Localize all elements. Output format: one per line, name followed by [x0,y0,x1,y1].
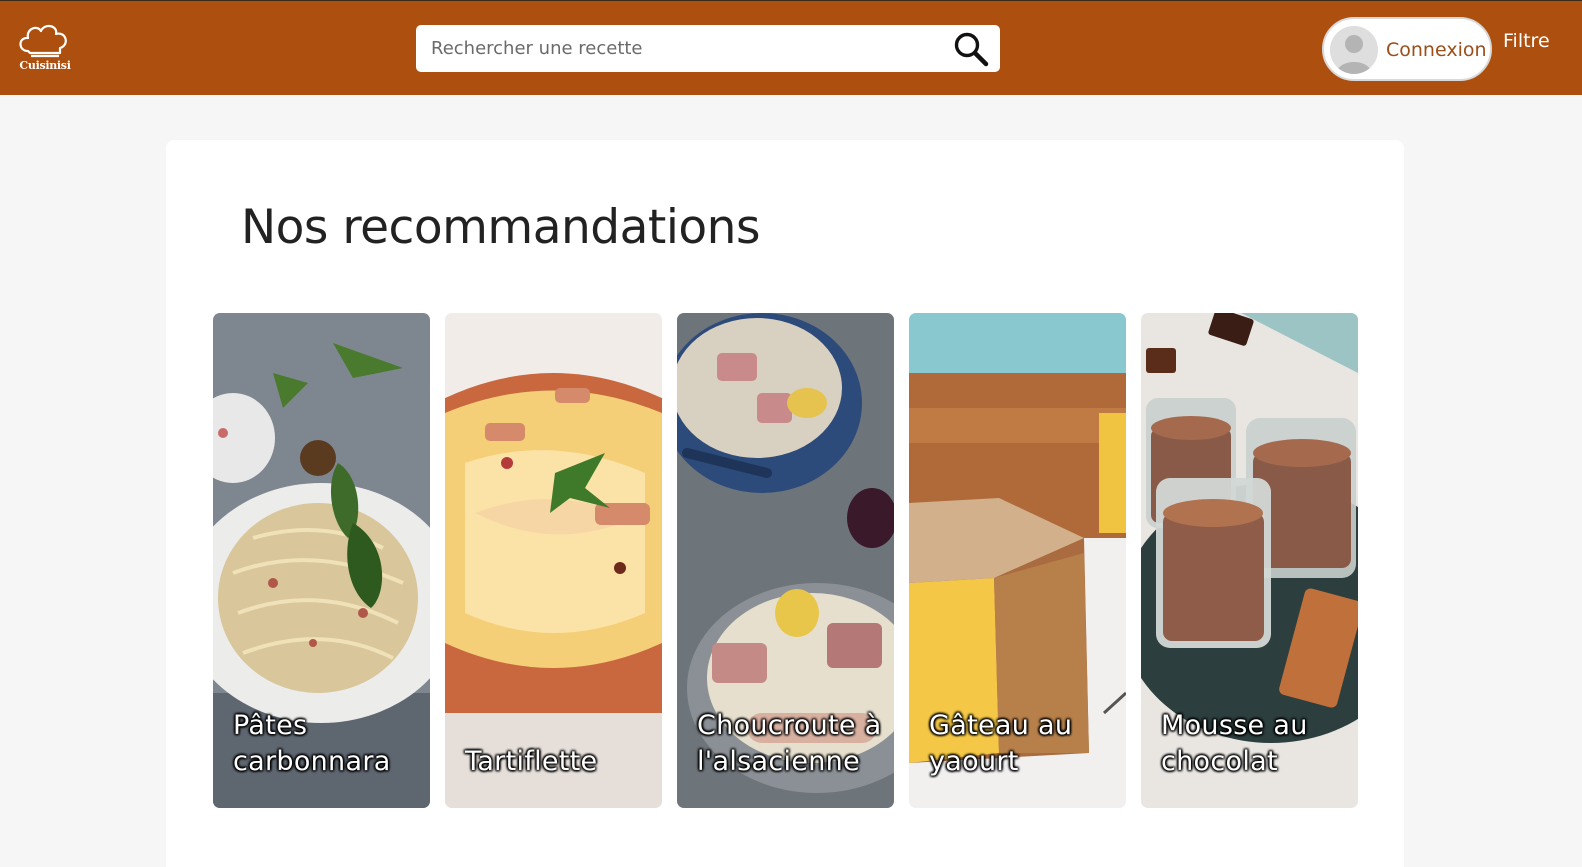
recipe-label: Pâtes carbonnara [233,710,391,777]
top-bar: Cuisinisi Connexion Filtre [0,0,1582,95]
page-title: Nos recommandations [241,200,760,255]
search-icon[interactable] [952,31,990,67]
recipe-label: Tartiflette [465,746,598,777]
recipe-card-tartiflette[interactable]: Tartiflette [445,313,662,808]
recipe-label: Gâteau au yaourt [929,710,1073,777]
user-avatar-icon [1330,26,1378,74]
login-button[interactable]: Connexion [1322,17,1492,81]
recipe-label: Mousse au chocolat [1161,710,1308,777]
recipe-card-carbonara[interactable]: Pâtes carbonnara [213,313,430,808]
recipe-image [445,313,662,808]
search-bar [416,25,1000,72]
recipe-card-choucroute[interactable]: Choucroute à l'alsacienne [677,313,894,808]
chef-hat-logo-icon [19,24,67,58]
recipe-card-gateau[interactable]: Gâteau au yaourt [909,313,1126,808]
filter-button[interactable]: Filtre [1503,30,1550,52]
login-label: Connexion [1386,39,1487,61]
recipe-card-mousse[interactable]: Mousse au chocolat [1141,313,1358,808]
logo-text: Cuisinisi [19,59,71,72]
site-logo[interactable]: Cuisinisi [14,21,76,79]
recipe-label: Choucroute à l'alsacienne [697,710,882,777]
search-input[interactable] [416,25,946,72]
